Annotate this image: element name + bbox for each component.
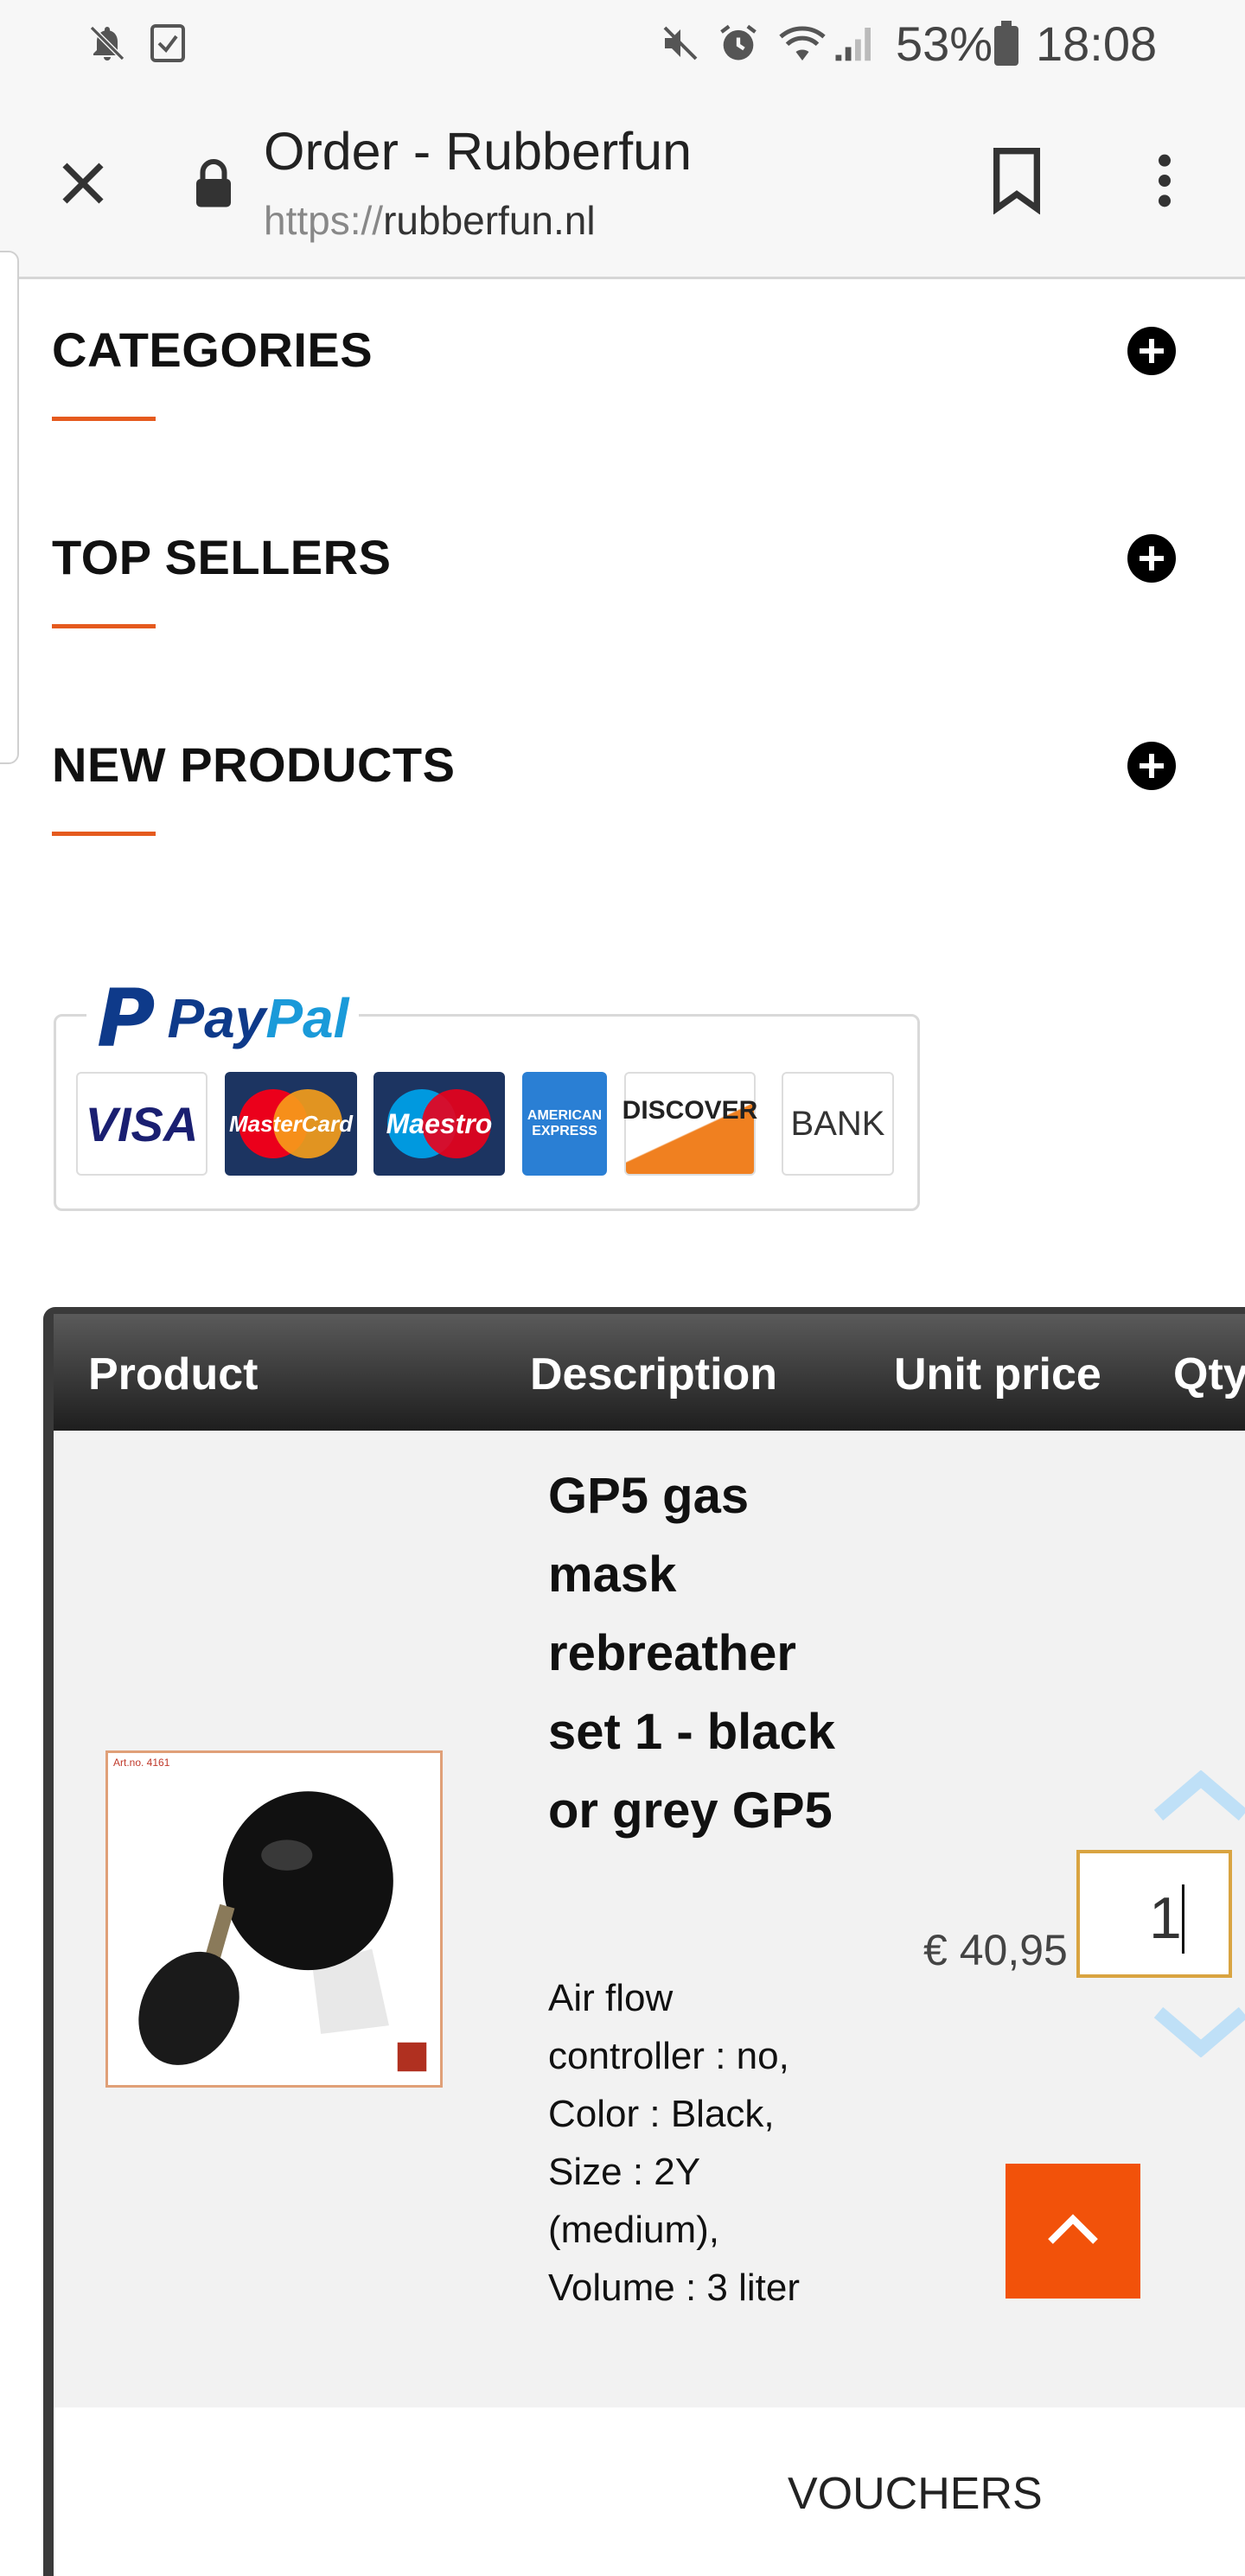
vouchers-label[interactable]: VOUCHERS bbox=[788, 2468, 1043, 2520]
battery-icon bbox=[994, 19, 1018, 67]
maestro-card-logo: Maestro bbox=[374, 1072, 505, 1176]
cart-table: Product Description Unit price Qty Art.n… bbox=[43, 1307, 1245, 2576]
mastercard-logo: MasterCard bbox=[225, 1072, 357, 1176]
header-qty: Qty bbox=[1173, 1349, 1245, 1400]
url-scheme: https:// bbox=[264, 198, 384, 243]
status-bar: 53% 18:08 bbox=[0, 0, 1245, 86]
amex-card-logo: AMERICAN EXPRESS bbox=[522, 1072, 607, 1176]
url-host: rubberfun.nl bbox=[383, 198, 596, 243]
discover-card-logo: DISCOVER bbox=[622, 1072, 757, 1176]
header-description: Description bbox=[530, 1349, 778, 1400]
clock: 18:08 bbox=[1036, 16, 1158, 71]
unit-price: € 40,95 bbox=[923, 1926, 1068, 1974]
accordion-new-products[interactable]: NEW PRODUCTS bbox=[52, 736, 1176, 840]
alarm-icon bbox=[716, 19, 761, 67]
more-vert-icon[interactable] bbox=[1145, 150, 1184, 211]
plus-circle-icon[interactable] bbox=[1127, 534, 1176, 583]
accordion-top-sellers[interactable]: TOP SELLERS bbox=[52, 529, 1176, 633]
bank-transfer-logo: BANK bbox=[782, 1072, 894, 1176]
visa-card-logo: VISA bbox=[76, 1072, 208, 1176]
paypal-word-pal: Pal bbox=[265, 987, 349, 1049]
plus-circle-icon[interactable] bbox=[1127, 327, 1176, 375]
text-caret bbox=[1182, 1884, 1184, 1954]
header-unit-price: Unit price bbox=[894, 1349, 1101, 1400]
lock-icon[interactable] bbox=[192, 157, 235, 209]
mute-icon bbox=[659, 19, 702, 67]
product-thumbnail[interactable]: Art.no. 4161 bbox=[105, 1750, 443, 2088]
chevron-up-icon[interactable] bbox=[1153, 1769, 1245, 1822]
side-panel-tab[interactable] bbox=[0, 251, 19, 764]
battery-percent: 53% bbox=[896, 16, 993, 71]
product-attributes: Air flow controller : no, Color : Black,… bbox=[548, 1977, 801, 2309]
close-icon[interactable] bbox=[52, 152, 114, 214]
accordion-categories[interactable]: CATEGORIES bbox=[52, 322, 1176, 425]
chevron-up-icon bbox=[1048, 2214, 1098, 2244]
cart-table-header: Product Description Unit price Qty bbox=[54, 1314, 1245, 1431]
paypal-p-icon: P bbox=[97, 972, 156, 1065]
task-icon bbox=[149, 19, 187, 67]
paypal-logo: P Pay Pal bbox=[86, 972, 360, 1065]
signal-icon bbox=[832, 19, 878, 67]
page-title[interactable]: Order - Rubberfun bbox=[264, 121, 692, 182]
paypal-word-pay: Pay bbox=[167, 987, 266, 1049]
scroll-to-top-button[interactable] bbox=[1006, 2164, 1140, 2299]
bookmark-icon[interactable] bbox=[991, 145, 1043, 215]
accent-divider bbox=[52, 417, 156, 421]
notifications-off-icon bbox=[86, 19, 128, 67]
quantity-input[interactable]: 1 bbox=[1076, 1850, 1232, 1978]
product-title[interactable]: GP5 gas mask rebreather set 1 - black or… bbox=[548, 1457, 859, 1850]
maestro-label: Maestro bbox=[386, 1107, 493, 1139]
wifi-icon bbox=[776, 19, 828, 67]
accordion-new-products-title: NEW PRODUCTS bbox=[52, 737, 456, 792]
page-url[interactable]: https://rubberfun.nl bbox=[264, 197, 596, 244]
accent-divider bbox=[52, 832, 156, 836]
mastercard-label: MasterCard bbox=[228, 1110, 354, 1137]
browser-toolbar: Order - Rubberfun https://rubberfun.nl bbox=[0, 86, 1245, 279]
quantity-value: 1 bbox=[1149, 1885, 1182, 1951]
gas-mask-image bbox=[138, 1791, 427, 2072]
accordion-categories-title: CATEGORIES bbox=[52, 322, 374, 377]
chevron-down-icon[interactable] bbox=[1153, 2005, 1245, 2058]
header-product: Product bbox=[88, 1349, 259, 1400]
plus-circle-icon[interactable] bbox=[1127, 742, 1176, 790]
accordion-top-sellers-title: TOP SELLERS bbox=[52, 530, 392, 584]
accent-divider bbox=[52, 624, 156, 628]
